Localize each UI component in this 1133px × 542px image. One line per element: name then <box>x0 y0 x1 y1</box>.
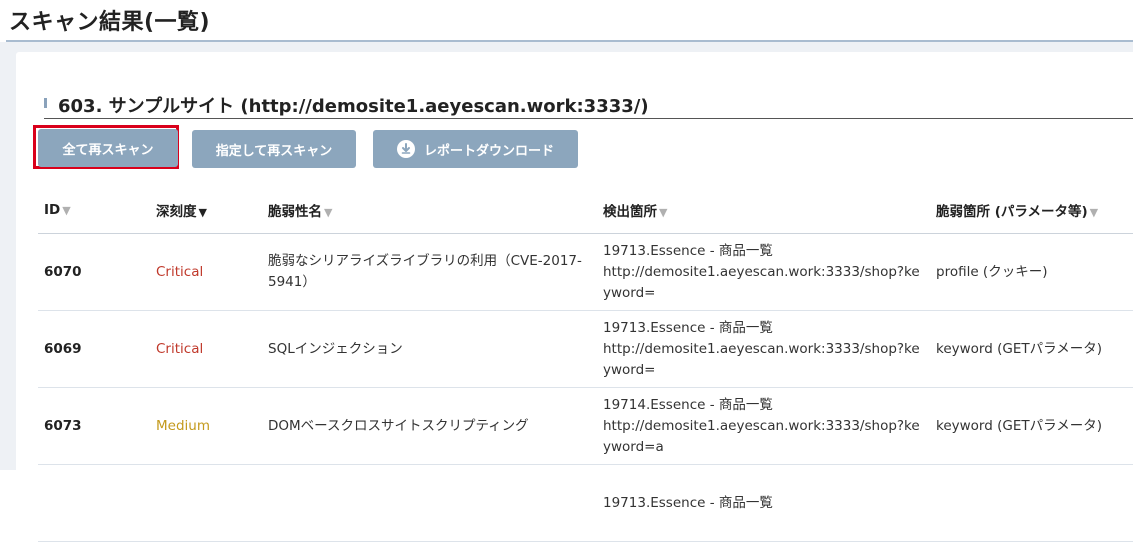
results-table: ID ▼ 深刻度 ▼ 脆弱性名 ▼ 検出箇所 ▼ 脆弱箇所 (パラメータ等) ▼ 6070… <box>38 187 1133 542</box>
heading-marker <box>44 98 47 108</box>
table-row[interactable]: 6070 Critical 脆弱なシリアライズライブラリの利用（CVE-2017… <box>38 233 1133 311</box>
sort-icon: ▼ <box>324 206 333 219</box>
report-download-label: レポートダウンロード <box>423 143 554 159</box>
column-header-vulnerability[interactable]: 脆弱性名 ▼ <box>262 187 597 234</box>
table-row[interactable]: 6073 Medium DOMベースクロスサイトスクリプティング 19714.E… <box>38 387 1133 465</box>
location-page: 19713.Essence - 商品一覧 <box>603 494 773 511</box>
row-id: 6069 <box>38 310 150 388</box>
site-heading: 603. サンプルサイト (http://demosite1.aeyescan.… <box>44 92 1133 119</box>
site-title: 603. サンプルサイト (http://demosite1.aeyescan.… <box>58 96 649 117</box>
location-url: http://demosite1.aeyescan.work:3333/shop… <box>603 263 920 301</box>
sort-icon-active: ▼ <box>198 206 207 219</box>
report-download-button[interactable]: レポートダウンロード <box>373 130 578 168</box>
detection-location: 19714.Essence - 商品一覧 http://demosite1.aey… <box>597 387 930 465</box>
sort-icon: ▼ <box>62 204 71 217</box>
vulnerable-parameter <box>930 464 1133 542</box>
rescan-selected-button[interactable]: 指定して再スキャン <box>192 130 356 168</box>
location-page: 19713.Essence - 商品一覧 <box>603 319 773 336</box>
location-url: http://demosite1.aeyescan.work:3333/shop… <box>603 417 920 455</box>
location-page: 19713.Essence - 商品一覧 <box>603 242 773 259</box>
severity-badge <box>150 464 262 542</box>
rescan-all-button[interactable]: 全て再スキャン <box>38 129 178 167</box>
vulnerable-parameter: profile (クッキー) <box>930 233 1133 311</box>
severity-badge: Critical <box>150 310 262 388</box>
row-id: 6073 <box>38 387 150 465</box>
table-header-row: ID ▼ 深刻度 ▼ 脆弱性名 ▼ 検出箇所 ▼ 脆弱箇所 (パラメータ等) ▼ <box>38 187 1133 234</box>
vulnerability-name: SQLインジェクション <box>262 310 597 388</box>
location-url: http://demosite1.aeyescan.work:3333/shop… <box>603 340 920 378</box>
location-page: 19714.Essence - 商品一覧 <box>603 396 773 413</box>
vulnerable-parameter: keyword (GETパラメータ) <box>930 387 1133 465</box>
sort-icon: ▼ <box>659 206 668 219</box>
table-row[interactable]: 19713.Essence - 商品一覧 <box>38 464 1133 542</box>
detection-location: 19713.Essence - 商品一覧 http://demosite1.aey… <box>597 233 930 311</box>
column-header-location[interactable]: 検出箇所 ▼ <box>597 187 930 234</box>
column-header-severity[interactable]: 深刻度 ▼ <box>150 187 262 234</box>
page-header: スキャン結果(一覧) <box>0 0 1133 42</box>
vulnerability-name: 脆弱なシリアライズライブラリの利用（CVE-2017-5941） <box>262 233 597 311</box>
vulnerability-name: DOMベースクロスサイトスクリプティング <box>262 387 597 465</box>
severity-badge: Critical <box>150 233 262 311</box>
row-id: 6070 <box>38 233 150 311</box>
results-card: 603. サンプルサイト (http://demosite1.aeyescan.… <box>16 52 1133 542</box>
content-area: 603. サンプルサイト (http://demosite1.aeyescan.… <box>0 42 1133 542</box>
column-header-id[interactable]: ID ▼ <box>38 187 150 234</box>
vulnerability-name <box>262 464 597 542</box>
detection-location: 19713.Essence - 商品一覧 <box>597 464 930 542</box>
row-id <box>38 464 150 542</box>
column-header-parameter[interactable]: 脆弱箇所 (パラメータ等) ▼ <box>930 187 1133 234</box>
download-icon <box>396 140 415 158</box>
page-title: スキャン結果(一覧) <box>9 10 211 35</box>
detection-location: 19713.Essence - 商品一覧 http://demosite1.aey… <box>597 310 930 388</box>
table-row[interactable]: 6069 Critical SQLインジェクション 19713.Essence … <box>38 310 1133 388</box>
sort-icon: ▼ <box>1089 206 1099 219</box>
severity-badge: Medium <box>150 387 262 465</box>
vulnerable-parameter: keyword (GETパラメータ) <box>930 310 1133 388</box>
